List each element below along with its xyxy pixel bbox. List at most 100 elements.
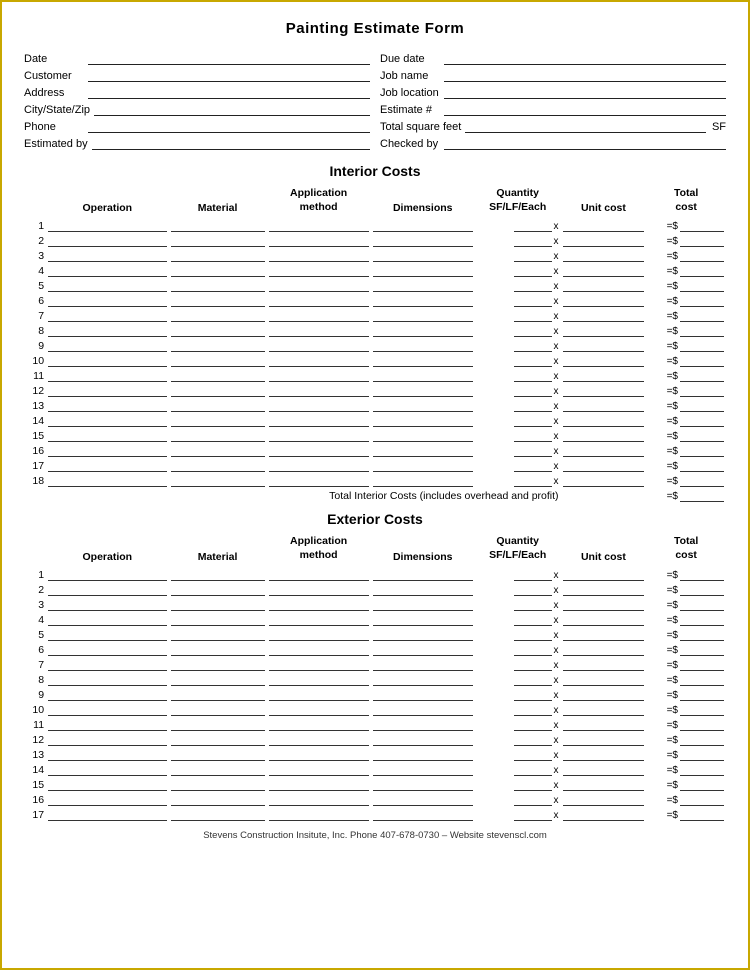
eq-sign-int-7: =$ <box>667 311 678 322</box>
interior-title: Interior Costs <box>24 163 726 179</box>
interior-app-15 <box>267 428 371 443</box>
exterior-total-2: =$ <box>646 582 726 597</box>
due-date-row: Due date <box>380 51 726 65</box>
interior-total-18: =$ <box>646 473 726 488</box>
interior-row-10: 10 x =$ <box>24 353 726 368</box>
exterior-unit-16 <box>561 792 647 807</box>
interior-total-11: =$ <box>646 368 726 383</box>
exterior-unit-8 <box>561 672 647 687</box>
job-name-label: Job name <box>380 70 440 82</box>
interior-mat-1 <box>169 218 267 233</box>
exterior-op-8 <box>46 672 169 687</box>
exterior-title: Exterior Costs <box>24 511 726 527</box>
interior-total-9: =$ <box>646 338 726 353</box>
exterior-total-6: =$ <box>646 642 726 657</box>
interior-total-label: Total Interior Costs (includes overhead … <box>24 488 561 503</box>
exterior-op-6 <box>46 642 169 657</box>
eq-sign-ext-17: =$ <box>667 810 678 821</box>
interior-mat-7 <box>169 308 267 323</box>
interior-row-num-16: 16 <box>24 443 46 458</box>
eq-sign-int-2: =$ <box>667 236 678 247</box>
exterior-dim-2 <box>371 582 475 597</box>
exterior-row-12: 12 x =$ <box>24 732 726 747</box>
interior-unit-11 <box>561 368 647 383</box>
exterior-op-11 <box>46 717 169 732</box>
date-row: Date <box>24 51 370 65</box>
interior-mat-10 <box>169 353 267 368</box>
estimate-num-line <box>444 102 726 116</box>
interior-op-15 <box>46 428 169 443</box>
exterior-unit-14 <box>561 762 647 777</box>
exterior-unit-15 <box>561 777 647 792</box>
exterior-row-num-3: 3 <box>24 597 46 612</box>
interior-total-12: =$ <box>646 383 726 398</box>
exterior-dim-5 <box>371 627 475 642</box>
interior-row-12: 12 x =$ <box>24 383 726 398</box>
exterior-unit-3 <box>561 597 647 612</box>
interior-app-5 <box>267 278 371 293</box>
interior-op-14 <box>46 413 169 428</box>
city-label: City/State/Zip <box>24 104 90 116</box>
interior-row-13: 13 x =$ <box>24 398 726 413</box>
interior-app-13 <box>267 398 371 413</box>
exterior-qty-16: x <box>475 792 561 807</box>
interior-qty-15: x <box>475 428 561 443</box>
total-sqft-line <box>465 119 706 133</box>
interior-qty-8: x <box>475 323 561 338</box>
interior-row-2: 2 x =$ <box>24 233 726 248</box>
exterior-total-12: =$ <box>646 732 726 747</box>
interior-qty-4: x <box>475 263 561 278</box>
exterior-qty-3: x <box>475 597 561 612</box>
exterior-op-5 <box>46 627 169 642</box>
interior-app-12 <box>267 383 371 398</box>
eq-sign-ext-3: =$ <box>667 600 678 611</box>
interior-qty-11: x <box>475 368 561 383</box>
x-sign-3: x <box>554 251 559 262</box>
interior-app-16 <box>267 443 371 458</box>
exterior-op-17 <box>46 807 169 822</box>
x-sign-ext-7: x <box>554 660 559 671</box>
interior-mat-17 <box>169 458 267 473</box>
interior-op-16 <box>46 443 169 458</box>
header-left: Date Customer Address City/State/Zip Pho… <box>24 51 370 153</box>
eq-sign-ext-15: =$ <box>667 780 678 791</box>
interior-unit-18 <box>561 473 647 488</box>
th-ext-empty <box>24 533 46 566</box>
exterior-qty-2: x <box>475 582 561 597</box>
exterior-unit-12 <box>561 732 647 747</box>
interior-row-15: 15 x =$ <box>24 428 726 443</box>
eq-sign-int-5: =$ <box>667 281 678 292</box>
interior-total-value: =$ <box>561 488 726 503</box>
job-name-line <box>444 68 726 82</box>
x-sign-17: x <box>554 461 559 472</box>
eq-sign-int-11: =$ <box>667 371 678 382</box>
exterior-op-3 <box>46 597 169 612</box>
interior-op-3 <box>46 248 169 263</box>
job-location-line <box>444 85 726 99</box>
exterior-total-13: =$ <box>646 747 726 762</box>
interior-dim-5 <box>371 278 475 293</box>
interior-unit-14 <box>561 413 647 428</box>
exterior-row-15: 15 x =$ <box>24 777 726 792</box>
eq-sign-ext-5: =$ <box>667 630 678 641</box>
interior-row-num-11: 11 <box>24 368 46 383</box>
job-location-row: Job location <box>380 85 726 99</box>
exterior-mat-6 <box>169 642 267 657</box>
page: Painting Estimate Form Date Customer Add… <box>0 0 750 970</box>
interior-row-num-8: 8 <box>24 323 46 338</box>
interior-row-8: 8 x =$ <box>24 323 726 338</box>
x-sign-14: x <box>554 416 559 427</box>
exterior-row-num-5: 5 <box>24 627 46 642</box>
interior-dim-11 <box>371 368 475 383</box>
exterior-mat-7 <box>169 657 267 672</box>
interior-dim-7 <box>371 308 475 323</box>
interior-row-num-4: 4 <box>24 263 46 278</box>
eq-sign-int-total: =$ <box>667 491 678 502</box>
exterior-row-num-13: 13 <box>24 747 46 762</box>
total-sqft-label: Total square feet <box>380 121 461 133</box>
interior-unit-1 <box>561 218 647 233</box>
interior-row-17: 17 x =$ <box>24 458 726 473</box>
interior-mat-13 <box>169 398 267 413</box>
exterior-total-16: =$ <box>646 792 726 807</box>
x-sign-ext-12: x <box>554 735 559 746</box>
